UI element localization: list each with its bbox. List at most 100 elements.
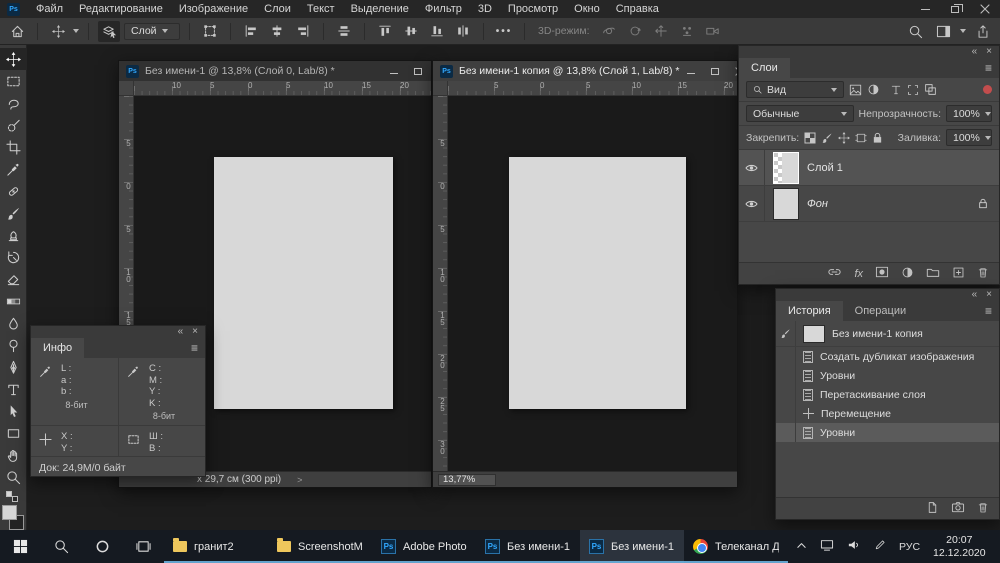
brush-tool[interactable] <box>0 202 27 224</box>
rectangular-marquee-tool[interactable] <box>0 70 27 92</box>
menu-item[interactable]: Слои <box>256 3 299 15</box>
tray-chevron-up-icon[interactable] <box>796 540 807 554</box>
type-tool[interactable] <box>0 378 27 400</box>
close-panel-icon[interactable]: × <box>192 327 198 337</box>
close-panel-icon[interactable]: × <box>986 290 992 300</box>
minimize-button[interactable] <box>910 0 940 18</box>
menu-item[interactable]: Справка <box>608 3 667 15</box>
tab-info[interactable]: Инфо <box>31 338 84 358</box>
lock-artboard-button[interactable] <box>855 132 867 144</box>
align-left-button[interactable] <box>240 21 262 42</box>
align-top-button[interactable] <box>374 21 396 42</box>
new-snapshot-button[interactable] <box>951 501 965 516</box>
history-state[interactable]: Уровни <box>776 366 999 385</box>
history-state[interactable]: Перетаскивание слоя <box>776 385 999 404</box>
eyedropper-icon[interactable] <box>127 363 140 409</box>
taskbar-search-button[interactable] <box>41 530 82 563</box>
taskbar-app-button[interactable]: гранит2 <box>164 530 268 563</box>
history-state[interactable]: Создать дубликат изображения <box>776 347 999 366</box>
close-button[interactable] <box>970 0 1000 18</box>
auto-select-button[interactable] <box>98 21 120 42</box>
workspace-switcher-button[interactable] <box>932 21 954 42</box>
auto-select-target-dropdown[interactable]: Слой <box>124 23 180 40</box>
search-button[interactable] <box>904 21 926 42</box>
tab-actions[interactable]: Операции <box>843 301 918 321</box>
quick-selection-tool[interactable] <box>0 114 27 136</box>
home-button[interactable] <box>6 21 28 42</box>
document-1-titlebar[interactable]: Ps Без имени-1 @ 13,8% (Слой 0, Lab/8) * <box>119 61 431 81</box>
menu-item[interactable]: 3D <box>470 3 500 15</box>
menu-item[interactable]: Редактирование <box>71 3 171 15</box>
spot-healing-brush-tool[interactable] <box>0 180 27 202</box>
pen-icon[interactable] <box>874 539 886 554</box>
task-view-button[interactable] <box>123 530 164 563</box>
distribute-h-button[interactable] <box>452 21 474 42</box>
horizontal-ruler[interactable]: 50510152025 <box>448 81 737 96</box>
filter-toggle-switch[interactable] <box>983 85 992 94</box>
collapse-panel-icon[interactable]: « <box>972 290 978 300</box>
history-brush-source-cell[interactable] <box>776 404 796 423</box>
eyedropper-icon[interactable] <box>39 363 52 398</box>
3d-slide-button[interactable] <box>676 21 698 42</box>
more-align-options-button[interactable]: ••• <box>493 21 515 42</box>
panel-menu-icon[interactable]: ≡ <box>985 61 992 75</box>
layer-mask-button[interactable] <box>875 266 889 281</box>
new-document-from-state-button[interactable] <box>926 501 939 517</box>
layer-thumbnail[interactable] <box>773 152 799 184</box>
layer-thumbnail[interactable] <box>773 188 799 220</box>
document-1-page[interactable] <box>214 157 393 409</box>
hand-tool[interactable] <box>0 444 27 466</box>
menu-item[interactable]: Окно <box>566 3 608 15</box>
taskbar-app-button[interactable]: Без имени-1 к... <box>580 530 684 563</box>
horizontal-ruler[interactable]: 1050510152025 <box>134 81 431 96</box>
menu-item[interactable]: Выделение <box>343 3 417 15</box>
layer-row-background[interactable]: Фон <box>739 186 999 222</box>
history-brush-source-cell[interactable] <box>776 423 796 442</box>
menu-item[interactable]: Текст <box>299 3 343 15</box>
link-layers-button[interactable] <box>827 266 842 281</box>
clone-stamp-tool[interactable] <box>0 224 27 246</box>
lock-paint-button[interactable] <box>821 132 833 144</box>
collapse-panel-icon[interactable]: « <box>972 47 978 57</box>
adjustment-filter-button[interactable] <box>867 83 880 96</box>
align-center-v-button[interactable] <box>400 21 422 42</box>
lock-all-button[interactable] <box>872 132 883 144</box>
layer-filter-dropdown[interactable]: Вид <box>746 81 844 98</box>
align-center-h-button[interactable] <box>266 21 288 42</box>
history-brush-source-cell[interactable] <box>776 321 796 346</box>
fill-input[interactable]: 100% <box>946 129 992 146</box>
doc-close-button[interactable] <box>733 65 737 77</box>
network-icon[interactable] <box>820 539 834 554</box>
history-state[interactable]: Уровни <box>776 423 999 442</box>
blend-mode-dropdown[interactable]: Обычные <box>746 105 854 122</box>
swap-colors-button[interactable] <box>0 491 27 501</box>
tab-history[interactable]: История <box>776 301 843 321</box>
collapse-panel-icon[interactable]: « <box>178 327 184 337</box>
pixel-filter-button[interactable] <box>849 84 862 96</box>
layer-row-layer1[interactable]: Слой 1 <box>739 150 999 186</box>
share-button[interactable] <box>972 21 994 42</box>
history-state[interactable]: Перемещение <box>776 404 999 423</box>
menu-item[interactable]: Файл <box>28 3 71 15</box>
distribute-v-button[interactable] <box>333 21 355 42</box>
restore-button[interactable] <box>940 0 970 18</box>
doc-minimize-button[interactable] <box>388 65 400 77</box>
taskbar-app-button[interactable]: Телеканал Дож... <box>684 530 788 563</box>
chevron-down-icon[interactable] <box>960 29 966 33</box>
delete-layer-button[interactable] <box>977 266 989 282</box>
doc-restore-button[interactable] <box>412 65 424 77</box>
lock-transparent-button[interactable] <box>804 132 816 144</box>
tab-layers[interactable]: Слои <box>739 58 790 78</box>
opacity-input[interactable]: 100% <box>946 105 992 122</box>
history-snapshot-row[interactable]: Без имени-1 копия <box>776 321 999 347</box>
ruler-origin-corner[interactable] <box>119 81 134 96</box>
chevron-down-icon[interactable] <box>73 29 79 33</box>
doc-maximize-button[interactable] <box>709 65 721 77</box>
volume-icon[interactable] <box>847 539 861 554</box>
history-brush-source-cell[interactable] <box>776 385 796 404</box>
close-panel-icon[interactable]: × <box>986 47 992 57</box>
language-indicator[interactable]: РУС <box>899 541 920 553</box>
document-2-page[interactable] <box>509 157 686 409</box>
status-chevron-icon[interactable]: > <box>297 475 302 485</box>
document-2-titlebar[interactable]: Ps Без имени-1 копия @ 13,8% (Слой 1, La… <box>433 61 737 81</box>
